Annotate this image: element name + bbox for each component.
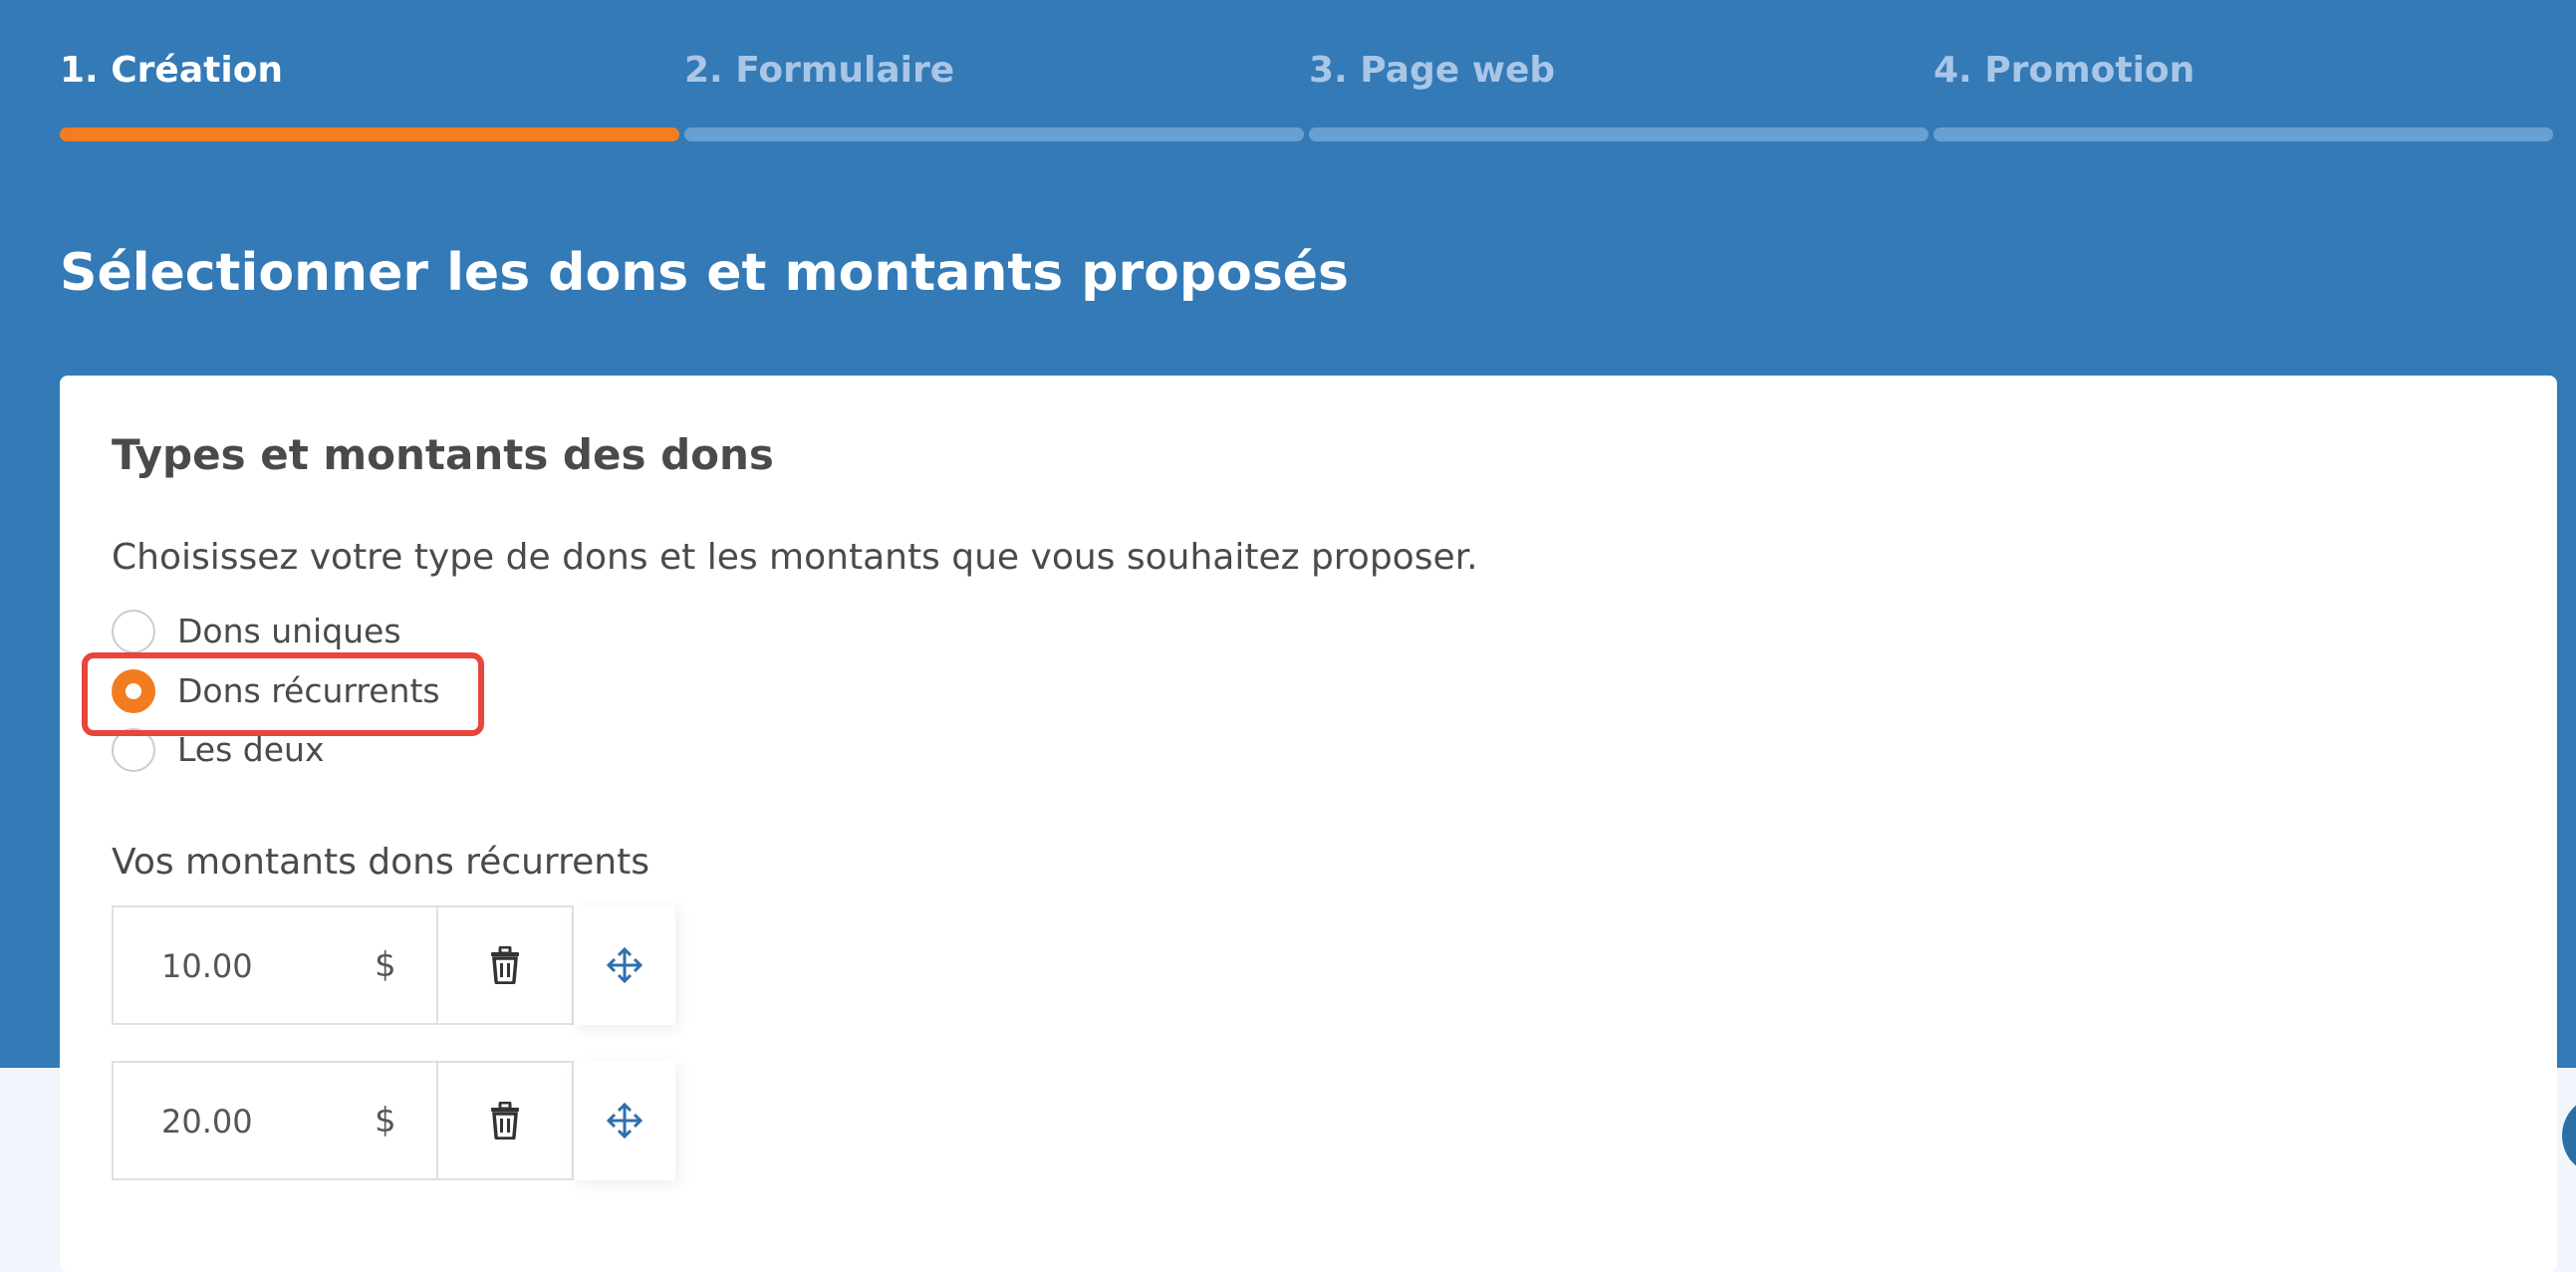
step-progress-bar bbox=[1309, 127, 1929, 141]
radio-button[interactable] bbox=[112, 610, 155, 653]
delete-amount-button[interactable] bbox=[438, 905, 574, 1025]
step-progress-bar bbox=[60, 127, 679, 141]
drag-handle[interactable] bbox=[574, 905, 675, 1025]
move-arrows-icon bbox=[607, 1103, 643, 1139]
step-promotion[interactable]: 4. Promotion bbox=[1933, 0, 2553, 149]
help-chat-button[interactable] bbox=[2562, 1096, 2576, 1175]
delete-amount-button[interactable] bbox=[438, 1061, 574, 1180]
card-description: Choisissez votre type de dons et les mon… bbox=[112, 537, 1478, 578]
card-title: Types et montants des dons bbox=[112, 430, 774, 479]
step-label: 1. Création bbox=[60, 50, 284, 91]
step-creation[interactable]: 1. Création bbox=[60, 0, 679, 149]
currency-symbol: $ bbox=[375, 1101, 396, 1141]
drag-handle[interactable] bbox=[574, 1061, 675, 1180]
amount-input[interactable]: 10.00 $ bbox=[112, 905, 438, 1025]
trash-icon bbox=[491, 1102, 519, 1140]
step-label: 4. Promotion bbox=[1933, 50, 2195, 91]
stepper: 1. Création 2. Formulaire 3. Page web 4.… bbox=[60, 0, 2554, 149]
move-arrows-icon bbox=[607, 947, 643, 983]
radio-button-selected[interactable] bbox=[112, 669, 155, 713]
amounts-label: Vos montants dons récurrents bbox=[112, 842, 649, 883]
step-label: 2. Formulaire bbox=[684, 50, 955, 91]
amount-row: 10.00 $ bbox=[112, 905, 675, 1025]
trash-icon bbox=[491, 946, 519, 984]
page-title: Sélectionner les dons et montants propos… bbox=[60, 243, 1350, 303]
step-label: 3. Page web bbox=[1309, 50, 1556, 91]
amount-input[interactable]: 20.00 $ bbox=[112, 1061, 438, 1180]
radio-button[interactable] bbox=[112, 728, 155, 772]
radio-label: Dons uniques bbox=[177, 612, 401, 650]
step-progress-bar bbox=[684, 127, 1304, 141]
radio-label: Les deux bbox=[177, 730, 325, 769]
currency-symbol: $ bbox=[375, 945, 396, 985]
donation-settings-card: Types et montants des dons Choisissez vo… bbox=[60, 376, 2557, 1272]
step-page-web[interactable]: 3. Page web bbox=[1309, 0, 1929, 149]
amount-value: 10.00 bbox=[161, 947, 253, 985]
step-progress-bar bbox=[1933, 127, 2553, 141]
radio-label: Dons récurrents bbox=[177, 671, 440, 710]
step-formulaire[interactable]: 2. Formulaire bbox=[684, 0, 1304, 149]
amount-row: 20.00 $ bbox=[112, 1061, 675, 1180]
amount-value: 20.00 bbox=[161, 1103, 253, 1141]
